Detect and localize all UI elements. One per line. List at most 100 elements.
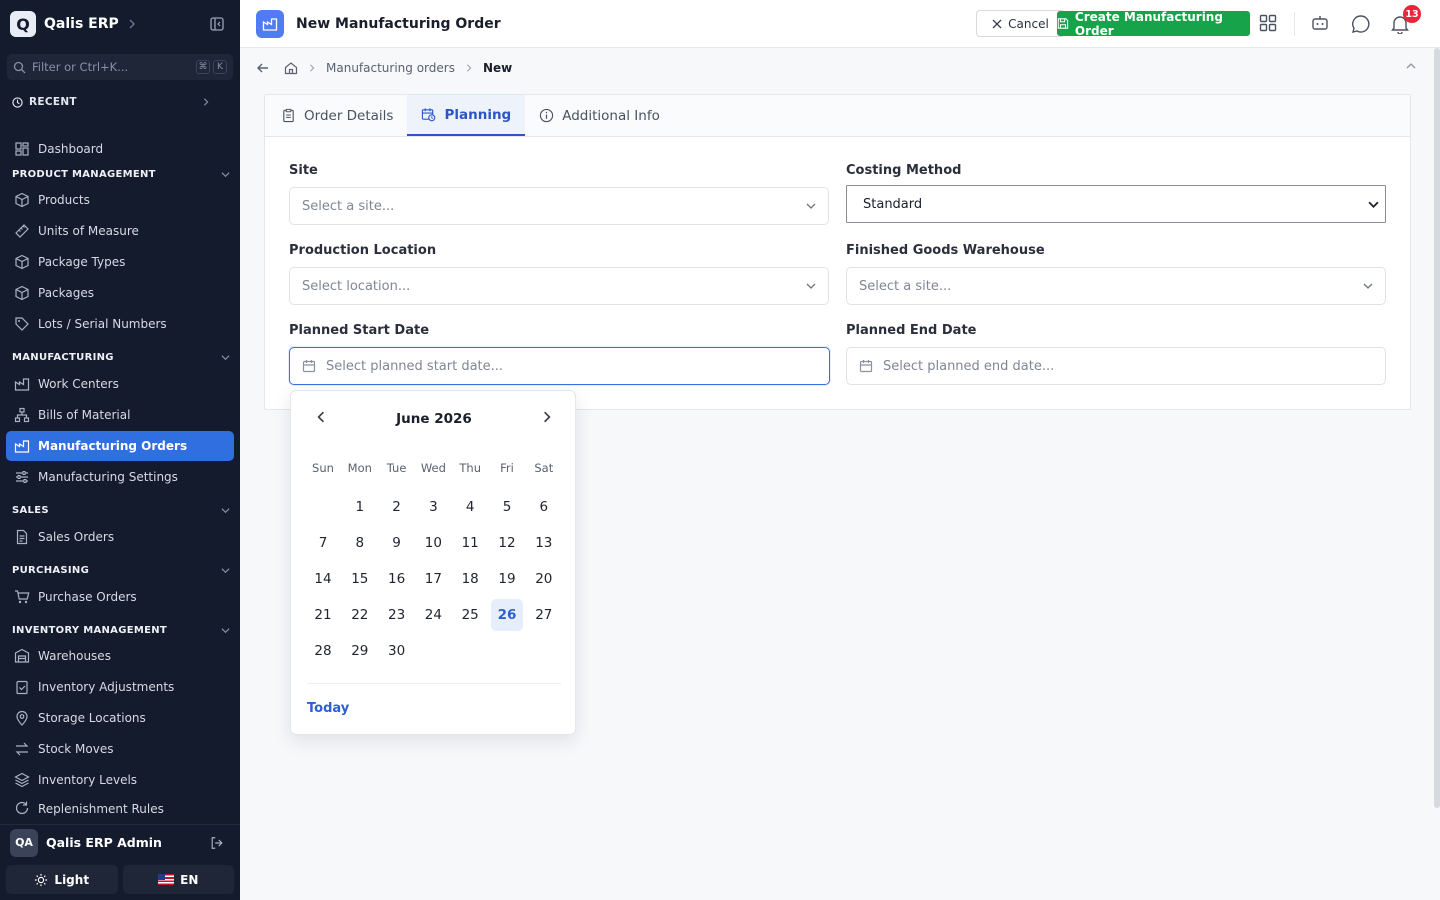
calendar-day[interactable]: 3 <box>417 491 449 523</box>
back-arrow-icon[interactable] <box>256 61 270 75</box>
sidebar-item-sales-orders[interactable]: Sales Orders <box>6 522 234 552</box>
sidebar-item-warehouses[interactable]: Warehouses <box>6 641 234 671</box>
chevron-right-icon[interactable] <box>127 19 137 29</box>
sidebar-item-products[interactable]: Products <box>6 185 234 215</box>
chevron-down-icon <box>1363 281 1373 291</box>
sidebar-collapse-icon[interactable] <box>210 17 224 31</box>
section-manufacturing[interactable]: MANUFACTURING <box>12 349 230 365</box>
box-icon <box>15 254 29 270</box>
sidebar-footer-buttons: Light EN <box>6 865 234 894</box>
calendar-day[interactable]: 10 <box>417 527 449 559</box>
calendar-day[interactable]: 30 <box>381 635 413 667</box>
user-profile[interactable]: QA Qalis ERP Admin <box>0 824 240 860</box>
calendar-day[interactable]: 12 <box>491 527 523 559</box>
sidebar-item-manufacturing-settings[interactable]: Manufacturing Settings <box>6 462 234 492</box>
chat-icon[interactable] <box>1351 14 1371 34</box>
sidebar-item-bills-of-material[interactable]: Bills of Material <box>6 400 234 430</box>
sidebar-item-purchase-orders[interactable]: Purchase Orders <box>6 582 234 612</box>
planned-start-date-input[interactable]: Select planned start date... <box>289 347 830 385</box>
language-label: EN <box>180 872 199 887</box>
calendar-day[interactable]: 9 <box>381 527 413 559</box>
today-button[interactable]: Today <box>307 701 349 716</box>
section-purchasing[interactable]: PURCHASING <box>12 562 230 578</box>
costing-method-select[interactable]: Standard <box>846 185 1386 223</box>
tab-additional-info[interactable]: Additional Info <box>525 95 674 136</box>
finished-goods-warehouse-select[interactable]: Select a site... <box>846 267 1386 305</box>
section-product-management[interactable]: PRODUCT MANAGEMENT <box>12 166 230 182</box>
weekday-header: Thu <box>459 461 481 475</box>
theme-toggle-button[interactable]: Light <box>6 865 118 894</box>
recent-label: RECENT <box>29 96 77 108</box>
sidebar-item-label: Packages <box>38 286 94 300</box>
language-button[interactable]: EN <box>122 865 234 894</box>
calendar-day[interactable]: 16 <box>381 563 413 595</box>
cancel-button[interactable]: Cancel <box>976 10 1065 37</box>
page-scrollbar[interactable] <box>1434 48 1440 808</box>
calendar-day[interactable]: 23 <box>381 599 413 631</box>
section-inventory-management[interactable]: INVENTORY MANAGEMENT <box>12 622 230 638</box>
bot-icon[interactable] <box>1311 14 1329 32</box>
tab-order-details[interactable]: Order Details <box>267 95 407 136</box>
sidebar-item-work-centers[interactable]: Work Centers <box>6 369 234 399</box>
section-sales[interactable]: SALES <box>12 502 230 518</box>
calendar-day[interactable]: 28 <box>307 635 339 667</box>
home-icon[interactable] <box>284 61 298 75</box>
calendar-day[interactable]: 13 <box>528 527 560 559</box>
calendar-day[interactable]: 21 <box>307 599 339 631</box>
breadcrumb-manufacturing-orders[interactable]: Manufacturing orders <box>326 61 455 75</box>
sidebar-item-stock-moves[interactable]: Stock Moves <box>6 734 234 764</box>
calendar-day[interactable]: 2 <box>381 491 413 523</box>
chevron-down-icon <box>221 566 230 575</box>
calendar-day[interactable]: 22 <box>344 599 376 631</box>
calendar-day[interactable]: 1 <box>344 491 376 523</box>
sidebar-item-manufacturing-orders[interactable]: Manufacturing Orders <box>6 431 234 461</box>
sidebar-item-packages[interactable]: Packages <box>6 278 234 308</box>
calendar-day[interactable]: 18 <box>454 563 486 595</box>
section-label: PRODUCT MANAGEMENT <box>12 168 156 180</box>
sidebar-item-lots-serial-numbers[interactable]: Lots / Serial Numbers <box>6 309 234 339</box>
calendar-day[interactable]: 8 <box>344 527 376 559</box>
calendar-day[interactable]: 4 <box>454 491 486 523</box>
sidebar-recent[interactable]: RECENT <box>0 92 240 112</box>
calendar-day[interactable]: 6 <box>528 491 560 523</box>
box-icon <box>15 285 29 301</box>
production-location-select[interactable]: Select location... <box>289 267 829 305</box>
calendar-day[interactable]: 25 <box>454 599 486 631</box>
calendar-day-today[interactable]: 26 <box>491 599 523 631</box>
layers-icon <box>14 772 30 788</box>
calendar-day[interactable]: 11 <box>454 527 486 559</box>
sidebar-item-label: Lots / Serial Numbers <box>38 317 167 331</box>
next-month-button[interactable] <box>541 411 553 423</box>
calendar-day[interactable]: 7 <box>307 527 339 559</box>
page-title: New Manufacturing Order <box>296 15 501 32</box>
sidebar-filter-input[interactable]: Filter or Ctrl+K... ⌘ K <box>7 54 233 80</box>
sidebar-item-units-of-measure[interactable]: Units of Measure <box>6 216 234 246</box>
calendar-day[interactable]: 17 <box>417 563 449 595</box>
chevron-up-icon[interactable] <box>1406 61 1416 71</box>
site-label: Site <box>289 163 318 178</box>
apps-grid-icon[interactable] <box>1259 14 1277 32</box>
create-manufacturing-order-button[interactable]: Create Manufacturing Order <box>1057 10 1250 38</box>
planned-end-date-input[interactable]: Select planned end date... <box>846 347 1386 385</box>
app-name[interactable]: Qalis ERP <box>44 16 119 32</box>
calendar-day[interactable]: 20 <box>528 563 560 595</box>
sidebar-item-dashboard[interactable]: Dashboard <box>6 134 234 164</box>
sidebar-item-package-types[interactable]: Package Types <box>6 247 234 277</box>
sidebar-item-replenishment-rules[interactable]: Replenishment Rules <box>6 796 234 816</box>
logout-icon[interactable] <box>210 836 224 850</box>
calendar-day[interactable]: 24 <box>417 599 449 631</box>
sidebar-item-label: Bills of Material <box>38 408 131 422</box>
calendar-day[interactable]: 5 <box>491 491 523 523</box>
refresh-icon <box>15 801 29 815</box>
site-select[interactable]: Select a site... <box>289 187 829 225</box>
sidebar-item-inventory-levels[interactable]: Inventory Levels <box>6 765 234 795</box>
calendar-day[interactable]: 27 <box>528 599 560 631</box>
calendar-day[interactable]: 14 <box>307 563 339 595</box>
sidebar-item-inventory-adjustments[interactable]: Inventory Adjustments <box>6 672 234 702</box>
calendar-day[interactable]: 19 <box>491 563 523 595</box>
calendar-day[interactable]: 15 <box>344 563 376 595</box>
clock-icon <box>12 96 23 108</box>
calendar-day[interactable]: 29 <box>344 635 376 667</box>
tab-planning[interactable]: Planning <box>407 95 526 136</box>
sidebar-item-storage-locations[interactable]: Storage Locations <box>6 703 234 733</box>
